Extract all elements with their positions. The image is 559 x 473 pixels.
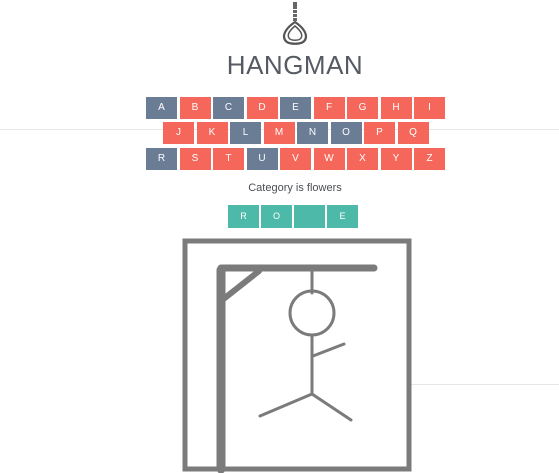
key-i[interactable]: I [414,97,445,119]
key-y[interactable]: Y [380,148,412,170]
gallows-drawing [182,238,412,473]
key-z[interactable]: Z [414,148,445,170]
gallows-brace [218,268,262,304]
key-d[interactable]: D [246,97,278,119]
word-tile: E [327,205,358,228]
hangman-page: HANGMAN ABCDEFGHIJKLMNOPQRSTUVWXYZ Categ… [0,0,559,473]
key-v[interactable]: V [280,148,311,170]
word-tile [294,205,325,228]
man-left-leg [258,392,314,418]
key-f[interactable]: F [313,97,345,119]
key-g[interactable]: G [347,97,378,119]
category-label: Category is flowers [248,182,342,194]
word-tile: R [228,205,259,228]
key-t[interactable]: T [213,148,244,170]
key-r[interactable]: R [146,148,177,170]
key-l[interactable]: L [230,122,261,144]
key-j[interactable]: J [163,122,194,144]
divider-line [410,384,559,385]
key-w[interactable]: W [313,148,345,170]
key-x[interactable]: X [347,148,378,170]
key-k[interactable]: K [196,122,228,144]
noose-icon [282,2,308,45]
word-tile: O [261,205,292,228]
key-p[interactable]: P [364,122,395,144]
hanged-man [258,289,353,422]
man-right-leg [310,392,353,422]
key-h[interactable]: H [380,97,412,119]
key-q[interactable]: Q [397,122,429,144]
man-arm [311,342,346,358]
key-e[interactable]: E [280,97,311,119]
key-b[interactable]: B [179,97,211,119]
key-m[interactable]: M [263,122,295,144]
key-s[interactable]: S [179,148,211,170]
key-c[interactable]: C [213,97,244,119]
man-head [288,289,336,337]
key-n[interactable]: N [297,122,328,144]
key-o[interactable]: O [330,122,362,144]
key-a[interactable]: A [146,97,177,119]
key-u[interactable]: U [246,148,278,170]
game-title: HANGMAN [226,50,364,80]
